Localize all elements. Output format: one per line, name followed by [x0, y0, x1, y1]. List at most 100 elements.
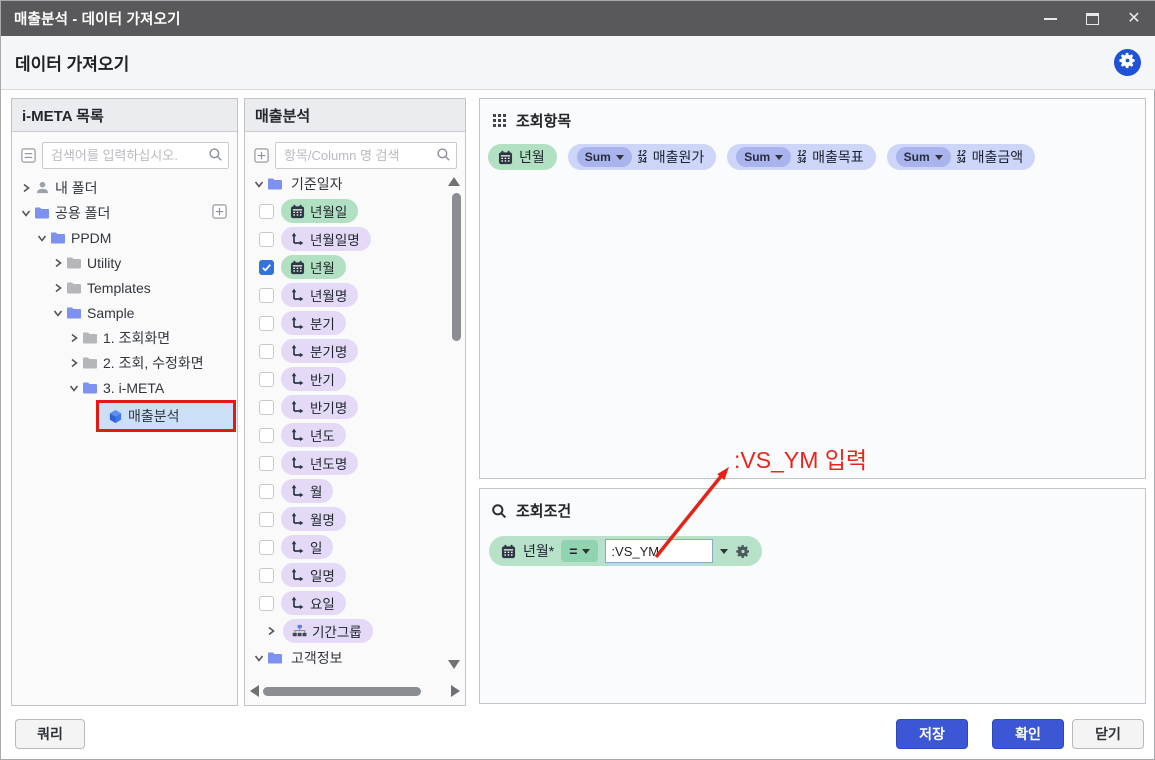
query-item-chip[interactable]: Sum 12 34 매출목표 [727, 144, 876, 170]
tree-item[interactable]: 매출분석 [12, 400, 237, 432]
filter-settings-icon[interactable] [735, 543, 751, 559]
folder-open-icon [34, 205, 50, 221]
field-folder[interactable]: 고객정보 [245, 645, 445, 671]
field-row[interactable]: 년월명 [245, 281, 445, 309]
field-search-input[interactable] [275, 142, 457, 169]
field-row[interactable]: 월 [245, 477, 445, 505]
save-button[interactable]: 저장 [896, 719, 968, 749]
tree-item[interactable]: 내 폴더 [12, 175, 237, 200]
ok-button[interactable]: 확인 [992, 719, 1064, 749]
save-button-label: 저장 [919, 726, 945, 742]
field-row[interactable]: 년월일명 [245, 225, 445, 253]
close-dialog-button[interactable]: 닫기 [1072, 719, 1144, 749]
scroll-left-arrow[interactable] [250, 685, 259, 697]
settings-button[interactable] [1114, 49, 1141, 76]
tree-item[interactable]: 공용 폴더 [12, 200, 237, 225]
field-label: 일 [310, 541, 323, 556]
chevron-down-icon [934, 154, 943, 160]
tree-item[interactable]: 2. 조회, 수정화면 [12, 350, 237, 375]
aggregation-dropdown[interactable]: Sum [895, 147, 951, 167]
tree-item[interactable]: 3. i-META [12, 375, 237, 400]
field-checkbox[interactable] [259, 259, 274, 275]
field-chip[interactable]: 분기 [281, 311, 346, 335]
field-row[interactable]: 분기 [245, 309, 445, 337]
field-checkbox[interactable] [259, 427, 274, 443]
field-chip[interactable]: 월명 [281, 507, 346, 531]
field-checkbox[interactable] [259, 399, 274, 415]
import-dialog: { "window": { "title": "매출분석 - 데이터 가져오기"… [0, 0, 1155, 760]
field-chip[interactable]: 반기 [281, 367, 346, 391]
maximize-button[interactable] [1084, 11, 1100, 27]
scroll-right-arrow[interactable] [451, 685, 460, 697]
field-checkbox[interactable] [259, 511, 274, 527]
field-chip[interactable]: 기간그룹 [283, 619, 373, 643]
scroll-down-arrow[interactable] [448, 660, 460, 669]
tree-item-label: 2. 조회, 수정화면 [103, 354, 204, 371]
field-row[interactable]: 년월일 [245, 197, 445, 225]
field-checkbox[interactable] [259, 231, 274, 247]
field-chip[interactable]: 월 [281, 479, 334, 503]
collapse-all-icon[interactable] [20, 148, 36, 164]
field-checkbox[interactable] [259, 455, 274, 471]
query-item-chip[interactable]: 년월 [488, 144, 557, 170]
query-item-chip[interactable]: Sum 12 34 매출금액 [886, 144, 1036, 170]
field-chip[interactable]: 년도명 [281, 451, 359, 475]
dimension-icon [289, 371, 305, 387]
field-chip[interactable]: 년도 [281, 423, 346, 447]
add-folder-button[interactable] [212, 204, 227, 222]
imeta-search-input[interactable] [42, 142, 229, 169]
field-checkbox[interactable] [259, 315, 274, 331]
vertical-scrollbar-thumb[interactable] [452, 193, 461, 341]
field-chip[interactable]: 년월명 [281, 283, 359, 307]
field-chip[interactable]: 분기명 [281, 339, 359, 363]
expand-all-icon[interactable] [253, 148, 269, 164]
folder-open-icon [66, 305, 82, 321]
tree-item[interactable]: PPDM [12, 225, 237, 250]
field-row[interactable]: 월명 [245, 505, 445, 533]
field-chip[interactable]: 일 [281, 535, 334, 559]
field-folder[interactable]: 기준일자 [245, 171, 445, 197]
field-row[interactable]: 일명 [245, 561, 445, 589]
operator-dropdown[interactable]: = [561, 540, 599, 562]
field-chip[interactable]: 반기명 [281, 395, 359, 419]
minimize-button[interactable] [1042, 11, 1058, 27]
field-chip[interactable]: 일명 [281, 563, 346, 587]
tree-item[interactable]: Sample [12, 300, 237, 325]
field-row[interactable]: 요일 [245, 589, 445, 617]
field-row[interactable]: 반기 [245, 365, 445, 393]
field-checkbox[interactable] [259, 567, 274, 583]
field-chip[interactable]: 년월일 [281, 199, 359, 223]
tree-item[interactable]: Templates [12, 275, 237, 300]
filter-value-input[interactable] [605, 539, 714, 563]
field-checkbox[interactable] [259, 343, 274, 359]
field-row[interactable]: 반기명 [245, 393, 445, 421]
field-chip[interactable]: 년월일명 [281, 227, 371, 251]
field-row[interactable]: 년도 [245, 421, 445, 449]
field-checkbox[interactable] [259, 539, 274, 555]
value-dropdown-icon[interactable] [720, 548, 729, 554]
field-label: 년월일명 [310, 233, 360, 248]
field-checkbox[interactable] [259, 595, 274, 611]
field-checkbox[interactable] [259, 483, 274, 499]
field-row[interactable]: 년도명 [245, 449, 445, 477]
horizontal-scrollbar-thumb[interactable] [263, 687, 421, 696]
tree-item[interactable]: 1. 조회화면 [12, 325, 237, 350]
query-item-chip[interactable]: Sum 12 34 매출원가 [567, 144, 717, 170]
field-group-row[interactable]: 기간그룹 [245, 617, 445, 645]
tree-item-label: Sample [87, 304, 135, 321]
tree-item[interactable]: Utility [12, 250, 237, 275]
scroll-up-arrow[interactable] [448, 177, 460, 186]
aggregation-dropdown[interactable]: Sum [576, 147, 632, 167]
field-label: 년월일 [310, 205, 348, 220]
field-checkbox[interactable] [259, 287, 274, 303]
field-row[interactable]: 일 [245, 533, 445, 561]
aggregation-dropdown[interactable]: Sum [736, 147, 792, 167]
field-row[interactable]: 분기명 [245, 337, 445, 365]
field-checkbox[interactable] [259, 203, 274, 219]
field-chip[interactable]: 년월 [281, 255, 346, 279]
query-button[interactable]: 쿼리 [15, 719, 85, 749]
field-chip[interactable]: 요일 [281, 591, 346, 615]
field-row[interactable]: 년월 [245, 253, 445, 281]
close-button[interactable]: ✕ [1126, 10, 1142, 27]
field-checkbox[interactable] [259, 371, 274, 387]
